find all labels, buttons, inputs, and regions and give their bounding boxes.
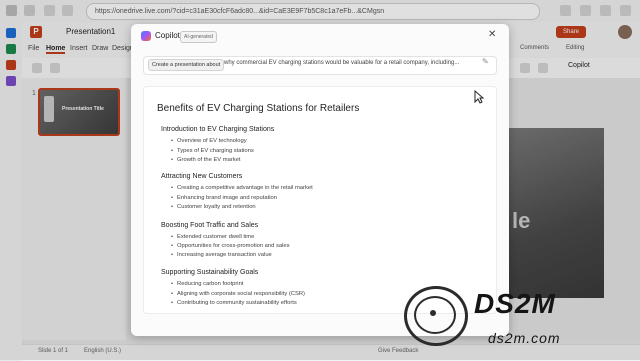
outline-item: Creating a competitive advantage in the … [171,185,313,191]
edit-prompt-icon[interactable]: ✎ [482,57,489,66]
watermark-dot [430,310,436,316]
outline-item: Enhancing brand image and reputation [171,195,277,201]
outline-item: Aligning with corporate social responsib… [171,291,305,297]
section-heading: Attracting New Customers [161,173,243,180]
section-heading: Introduction to EV Charging Stations [161,126,275,133]
close-icon[interactable]: ✕ [488,29,496,40]
outline-item: Growth of the EV market [171,157,240,163]
prompt-chip: Create a presentation about [148,59,225,71]
section-heading: Supporting Sustainability Goals [161,269,259,276]
copilot-logo-icon [141,31,151,41]
ai-generated-badge: AI-generated [180,31,217,43]
section-heading: Boosting Foot Traffic and Sales [161,222,259,229]
outline-item: Types of EV charging stations [171,148,254,154]
outline-item: Increasing average transaction value [171,252,272,258]
prompt-text: why commercial EV charging stations woul… [224,60,460,66]
mouse-cursor-icon [474,90,484,104]
outline-title: Benefits of EV Charging Stations for Ret… [157,103,360,114]
outline-item: Extended customer dwell time [171,234,254,240]
watermark-domain: ds2m.com [488,330,561,346]
outline-item: Reducing carbon footprint [171,281,243,287]
outline-item: Overview of EV technology [171,138,247,144]
outline-item: Opportunities for cross-promotion and sa… [171,243,289,249]
outline-item: Customer loyalty and retention [171,204,256,210]
dialog-title: Copilot [155,31,180,40]
watermark-text: DS2M [474,288,556,319]
outline-item: Contributing to community sustainability… [171,300,297,306]
